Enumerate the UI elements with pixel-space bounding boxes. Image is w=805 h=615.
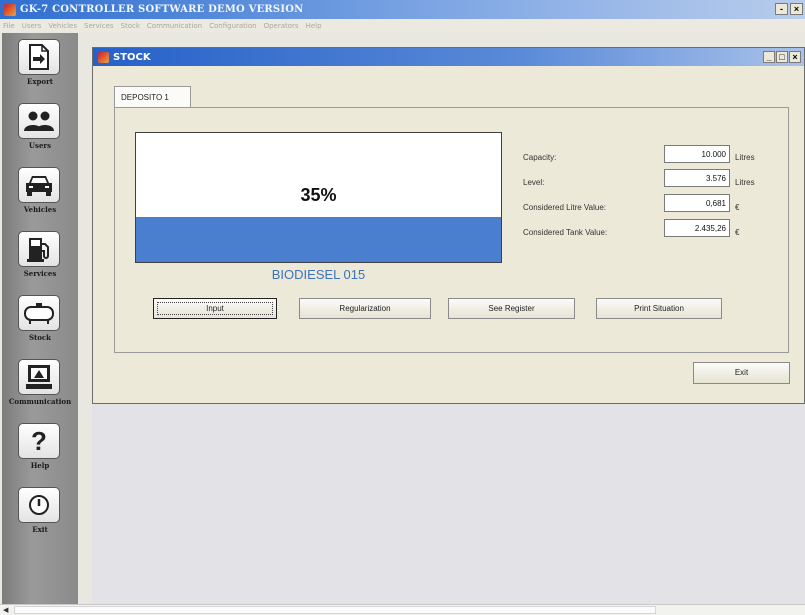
mdi-desktop — [92, 404, 805, 604]
sidebar-label-help: Help — [30, 461, 50, 470]
menu-stock[interactable]: Stock — [121, 22, 140, 30]
left-toolbar: Export Users Vehicles Services Stock Com… — [2, 33, 78, 605]
sidebar-label-services: Services — [23, 269, 57, 278]
tank-icon — [24, 303, 54, 324]
scrollbar-thumb[interactable] — [14, 606, 656, 614]
vehicles-button[interactable] — [18, 167, 60, 203]
level-unit: Litres — [735, 178, 755, 187]
stock-titlebar: STOCK _ □ × — [93, 48, 804, 66]
export-icon — [29, 44, 49, 70]
stock-button[interactable] — [18, 295, 60, 331]
sidebar-label-stock: Stock — [28, 333, 52, 342]
stock-maximize-button[interactable]: □ — [776, 51, 788, 63]
menu-operators[interactable]: Operators — [264, 22, 299, 30]
product-name: BIODIESEL 015 — [271, 267, 366, 282]
litre-value-label: Considered Litre Value: — [523, 203, 607, 212]
sidebar-item-help[interactable]: ? Help — [2, 417, 78, 481]
sidebar-label-communication: Communication — [8, 397, 72, 406]
main-window-controls: - × — [775, 3, 803, 15]
communication-icon — [26, 365, 52, 389]
sidebar-item-users[interactable]: Users — [2, 97, 78, 161]
sidebar-label-users: Users — [28, 141, 52, 150]
capacity-label: Capacity: — [523, 153, 557, 162]
stock-window-title: STOCK — [113, 51, 151, 63]
exit-sidebar-button[interactable] — [18, 487, 60, 523]
vehicle-icon — [26, 176, 52, 196]
tab-panel: 35% BIODIESEL 015 Capacity: 10.000 Litre… — [114, 107, 789, 353]
application-window: GK-7 CONTROLLER SOFTWARE DEMO VERSION - … — [0, 0, 805, 615]
sidebar-item-communication[interactable]: Communication — [2, 353, 78, 417]
menu-services[interactable]: Services — [84, 22, 114, 30]
capacity-unit: Litres — [735, 153, 755, 162]
app-title: GK-7 CONTROLLER SOFTWARE DEMO VERSION — [20, 4, 304, 15]
services-button[interactable] — [18, 231, 60, 267]
litre-value-field[interactable]: 0,681 — [664, 194, 730, 212]
level-label: Level: — [523, 178, 545, 187]
print-situation-button[interactable]: Print Situation — [596, 298, 722, 319]
fuel-pump-icon — [27, 238, 49, 262]
users-icon — [24, 111, 54, 131]
app-logo-icon — [4, 3, 16, 16]
stock-window-icon — [98, 51, 109, 63]
level-field[interactable]: 3.576 — [664, 169, 730, 187]
menu-file[interactable]: File — [3, 22, 15, 30]
communication-button[interactable] — [18, 359, 60, 395]
users-button[interactable] — [18, 103, 60, 139]
export-button[interactable] — [18, 39, 60, 75]
main-titlebar: GK-7 CONTROLLER SOFTWARE DEMO VERSION - … — [0, 0, 805, 19]
stock-window-controls: _ □ × — [763, 51, 801, 63]
see-register-button[interactable]: See Register — [448, 298, 575, 319]
tank-fill-bar — [136, 216, 501, 262]
tab-deposito-1[interactable]: DEPOSITO 1 — [114, 86, 191, 108]
help-icon: ? — [31, 426, 47, 456]
menu-configuration[interactable]: Configuration — [209, 22, 256, 30]
sidebar-item-vehicles[interactable]: Vehicles — [2, 161, 78, 225]
horizontal-scrollbar[interactable]: ◀ — [0, 604, 805, 615]
stock-minimize-button[interactable]: _ — [763, 51, 775, 63]
close-button[interactable]: × — [790, 3, 803, 15]
sidebar-label-export: Export — [27, 77, 53, 86]
sidebar-item-services[interactable]: Services — [2, 225, 78, 289]
menu-help[interactable]: Help — [306, 22, 322, 30]
input-button-focus-ring — [157, 302, 273, 315]
menu-users[interactable]: Users — [22, 22, 42, 30]
tank-value-label: Considered Tank Value: — [523, 228, 608, 237]
scroll-left-arrow-icon[interactable]: ◀ — [3, 606, 8, 614]
tank-value-unit: € — [735, 228, 740, 237]
exit-icon — [29, 495, 49, 515]
litre-value-unit: € — [735, 203, 740, 212]
stock-close-button[interactable]: × — [789, 51, 801, 63]
sidebar-item-export[interactable]: Export — [2, 33, 78, 97]
sidebar-label-exit: Exit — [32, 525, 48, 534]
tank-level-gauge: 35% — [135, 132, 502, 263]
minimize-button[interactable]: - — [775, 3, 788, 15]
sidebar-item-stock[interactable]: Stock — [2, 289, 78, 353]
menu-bar: File Users Vehicles Services Stock Commu… — [0, 19, 805, 32]
help-button[interactable]: ? — [18, 423, 60, 459]
tank-value-field[interactable]: 2.435,26 — [664, 219, 730, 237]
input-button[interactable]: Input — [153, 298, 277, 319]
tank-level-percent: 35% — [300, 185, 337, 205]
stock-window: STOCK _ □ × DEPOSITO 1 35% BIODIESEL 015… — [92, 47, 805, 404]
sidebar-label-vehicles: Vehicles — [23, 205, 57, 214]
exit-button[interactable]: Exit — [693, 362, 790, 384]
sidebar-item-exit[interactable]: Exit — [2, 481, 78, 545]
capacity-field[interactable]: 10.000 — [664, 145, 730, 163]
menu-communication[interactable]: Communication — [147, 22, 202, 30]
menu-vehicles[interactable]: Vehicles — [48, 22, 77, 30]
regularization-button[interactable]: Regularization — [299, 298, 431, 319]
